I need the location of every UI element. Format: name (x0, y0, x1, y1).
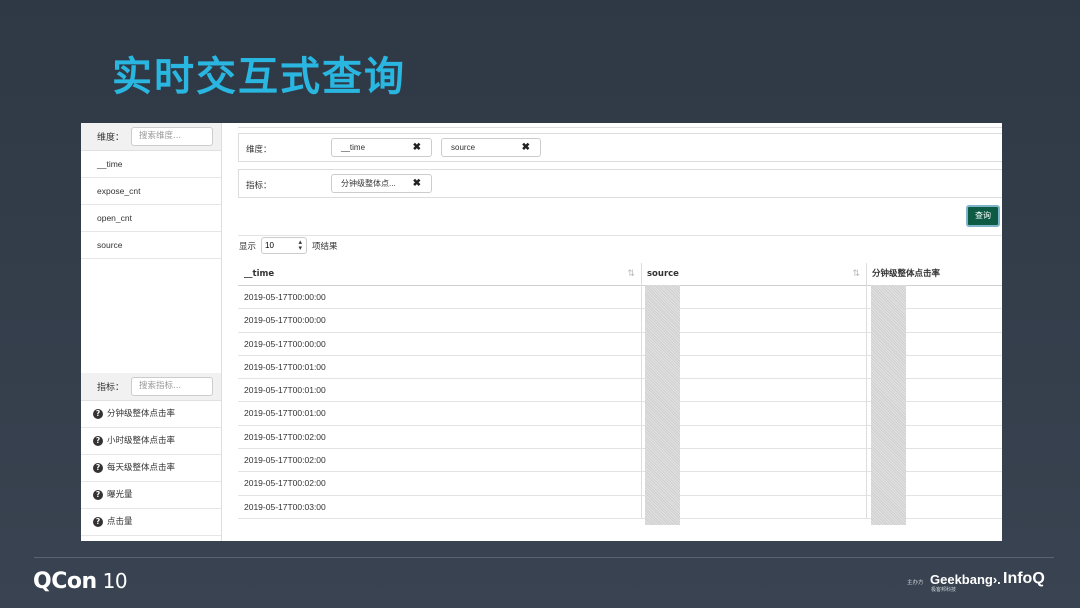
chip-label: 分钟级整体点... (341, 179, 396, 188)
cell-time: 2019-05-17T00:01:00 (244, 408, 326, 419)
qcon-logo: QCon 10 (33, 569, 128, 594)
sidebar-metric-exposure[interactable]: ? 曝光量 (81, 482, 221, 509)
remove-chip-icon[interactable]: ✖ (413, 139, 421, 156)
metric-filter-row: 指标： 分钟级整体点... ✖ (238, 169, 1002, 198)
cell-time: 2019-05-17T00:02:00 (244, 478, 326, 489)
metric-search-input[interactable]: 搜索指标... (131, 377, 213, 396)
cell-time: 2019-05-17T00:02:00 (244, 431, 326, 442)
column-header-label: __time (244, 269, 275, 279)
chip-label: source (451, 143, 476, 152)
metric-label: 点击量 (107, 517, 133, 527)
dimension-search-input[interactable]: 搜索维度... (131, 127, 213, 146)
page-size-suffix: 项结果 (312, 241, 338, 252)
page-size-select-wrap: 10 ▴ ▾ (256, 237, 312, 254)
top-divider (238, 123, 1002, 128)
page-size-control: 显示 10 ▴ ▾ 项结果 (239, 237, 338, 254)
help-icon[interactable]: ? (93, 517, 103, 527)
metric-filter-label: 指标： (246, 181, 272, 191)
redacted-ctr-values (871, 285, 906, 525)
metric-section: 指标： 搜索指标... ? 分钟级整体点击率 ? 小时级整体点击率 ? 每天级整… (81, 373, 221, 536)
sidebar-dimension-time[interactable]: __time (81, 151, 221, 178)
metric-label: 每天级整体点击率 (107, 463, 176, 473)
metric-search-label: 指标： (97, 383, 125, 393)
metric-label: 小时级整体点击率 (107, 436, 176, 446)
dimension-search-header: 维度： 搜索维度... (81, 123, 221, 151)
help-icon[interactable]: ? (93, 463, 103, 473)
cell-time: 2019-05-17T00:00:00 (244, 338, 326, 349)
sidebar-metric-day-ctr[interactable]: ? 每天级整体点击率 (81, 455, 221, 482)
sort-icon[interactable]: ⇅ (627, 263, 635, 285)
metric-label: 分钟级整体点击率 (107, 409, 176, 419)
cell-time: 2019-05-17T00:03:00 (244, 501, 326, 512)
column-header-time[interactable]: __time ⇅ (238, 263, 641, 285)
slide-title: 实时交互式查询 (112, 54, 406, 100)
divider (238, 235, 1002, 236)
geekbang-subtitle: 极客邦科技 (931, 587, 957, 593)
host-label: 主办方 (907, 580, 924, 586)
column-header-source[interactable]: source ⇅ (641, 263, 866, 285)
cell-time: 2019-05-17T00:01:00 (244, 385, 326, 396)
page-size-prefix: 显示 (239, 241, 257, 252)
metric-search-header: 指标： 搜索指标... (81, 373, 221, 401)
qcon-logo-text: QCon (33, 569, 97, 594)
select-arrows-icon: ▴ ▾ (298, 238, 303, 252)
sidebar-dimension-open-cnt[interactable]: open_cnt (81, 205, 221, 232)
table-header: __time ⇅ source ⇅ 分钟级整体点击率 (238, 263, 1002, 286)
redacted-source-values (645, 285, 680, 525)
dimension-chip-source[interactable]: source ✖ (441, 138, 541, 157)
cell-time: 2019-05-17T00:00:00 (244, 292, 326, 302)
sidebar-dimension-expose-cnt[interactable]: expose_cnt (81, 178, 221, 205)
help-icon[interactable]: ? (93, 409, 103, 419)
help-icon[interactable]: ? (93, 436, 103, 446)
cell-time: 2019-05-17T00:02:00 (244, 455, 326, 466)
dimension-filter-label: 维度： (246, 145, 272, 155)
query-button[interactable]: 查询 (966, 205, 1000, 227)
sidebar-metric-minute-ctr[interactable]: ? 分钟级整体点击率 (81, 401, 221, 428)
column-separator (866, 263, 867, 518)
sort-icon[interactable]: ⇅ (852, 263, 860, 285)
dimension-chip-time[interactable]: __time ✖ (331, 138, 432, 157)
metric-chip-minute-ctr[interactable]: 分钟级整体点... ✖ (331, 174, 432, 193)
infoq-logo: InfoQ (1003, 570, 1045, 587)
chip-label: __time (341, 143, 366, 152)
sidebar-metric-hour-ctr[interactable]: ? 小时级整体点击率 (81, 428, 221, 455)
column-separator (641, 263, 642, 518)
query-app-screenshot: 维度： 搜索维度... __time expose_cnt open_cnt s… (81, 123, 1002, 541)
cell-time: 2019-05-17T00:00:00 (244, 315, 326, 326)
remove-chip-icon[interactable]: ✖ (522, 139, 530, 156)
footer-divider (34, 557, 1054, 558)
column-header-minute-ctr[interactable]: 分钟级整体点击率 (866, 263, 1002, 285)
metric-label: 曝光量 (107, 490, 133, 500)
sidebar-dimension-source[interactable]: source (81, 232, 221, 259)
cell-time: 2019-05-17T00:01:00 (244, 361, 326, 372)
dimension-search-label: 维度： (97, 133, 125, 143)
sidebar-metric-clicks[interactable]: ? 点击量 (81, 509, 221, 536)
geekbang-logo: Geekbang›. (930, 572, 1001, 587)
column-header-label: 分钟级整体点击率 (872, 269, 941, 279)
qcon-edition: 10 (102, 569, 128, 593)
sidebar: 维度： 搜索维度... __time expose_cnt open_cnt s… (81, 123, 222, 541)
main-panel: 维度： __time ✖ source ✖ 指标： 分钟级整体点... ✖ 查询… (222, 123, 1002, 541)
dimension-filter-row: 维度： __time ✖ source ✖ (238, 133, 1002, 162)
column-header-label: source (647, 269, 679, 279)
help-icon[interactable]: ? (93, 490, 103, 500)
remove-chip-icon[interactable]: ✖ (413, 175, 421, 192)
